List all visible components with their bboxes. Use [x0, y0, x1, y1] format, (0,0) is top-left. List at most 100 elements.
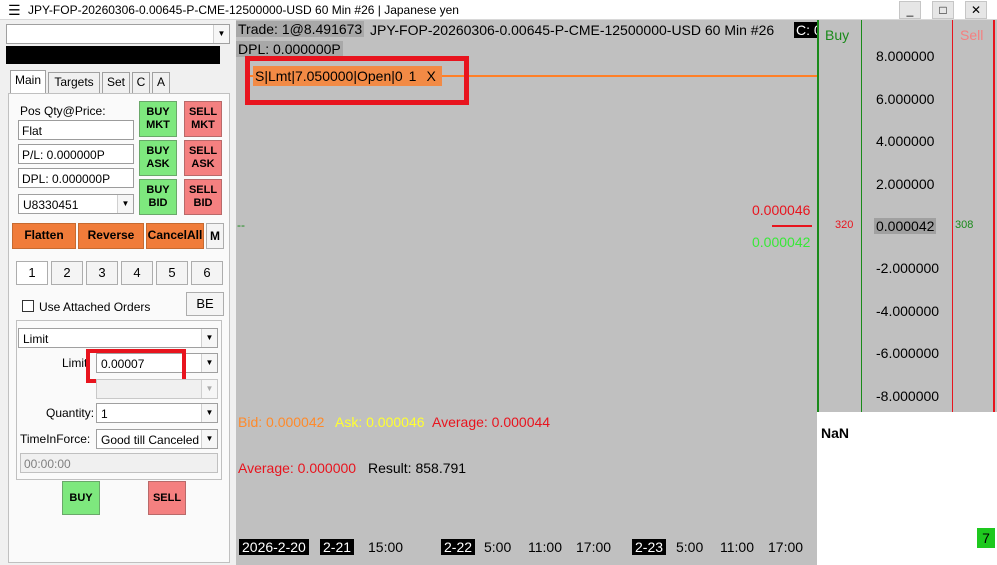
sell-bid-button[interactable]: SELL BID [184, 179, 222, 215]
pl-field: P/L: 0.000000P [18, 144, 134, 164]
x-label: 2-21 [320, 539, 355, 555]
x-label: 5:00 [676, 539, 704, 555]
stop-input: ▼ [96, 379, 218, 399]
tab-set[interactable]: Set [102, 72, 130, 93]
status-bar [6, 46, 220, 64]
window-title: JPY-FOP-20260306-0.00645-P-CME-12500000-… [28, 3, 459, 17]
time-field[interactable]: 00:00:00 [20, 453, 218, 473]
buy-size: 320 [835, 219, 854, 231]
average2-info: Average: 0.000000 [238, 460, 357, 476]
sell-column-line [952, 20, 953, 412]
buy-ask-button[interactable]: BUY ASK [139, 140, 177, 176]
x-label: 5:00 [484, 539, 512, 555]
limit-highlight-box [86, 349, 186, 383]
chart-area[interactable]: Trade: 1@8.491673 JPY-FOP-20260306-0.006… [236, 20, 824, 526]
x-label: 2-23 [632, 539, 667, 555]
preset-2-button[interactable]: 2 [51, 261, 83, 285]
buy-column-line [861, 20, 862, 412]
sell-button[interactable]: SELL [148, 481, 186, 515]
x-label: 2-22 [441, 539, 476, 555]
x-axis: 2026-2-20 2-21 15:00 2-22 5:00 11:00 17:… [236, 526, 817, 565]
dpl-text: DPL: 0.000000P [236, 41, 343, 57]
buy-button[interactable]: BUY [62, 481, 100, 515]
trade-text: Trade: 1@8.491673 [236, 21, 365, 37]
title-bar: ☰ JPY-FOP-20260306-0.00645-P-CME-1250000… [0, 0, 997, 20]
price-level[interactable]: -4.000000 [876, 303, 939, 319]
corner-badge: 7 [977, 528, 995, 548]
tab-c[interactable]: C [132, 72, 150, 93]
sell-header: Sell [960, 27, 984, 43]
price-level[interactable]: -8.000000 [876, 388, 939, 404]
minimize-button[interactable]: _ [899, 1, 921, 19]
price-marker [772, 225, 812, 227]
x-label: 17:00 [576, 539, 612, 555]
pos-field: Flat [18, 120, 134, 140]
average-info: Average: 0.000044 [432, 414, 551, 430]
hamburger-icon[interactable]: ☰ [8, 2, 21, 19]
cancel-all-button[interactable]: CancelAll [146, 223, 204, 249]
flatten-button[interactable]: Flatten [12, 223, 76, 249]
price-level[interactable]: 6.000000 [876, 91, 934, 107]
bid-price-label: 0.000042 [752, 234, 811, 250]
account-select[interactable]: U8330451 ▼ [18, 194, 134, 214]
buy-mkt-button[interactable]: BUY MKT [139, 101, 177, 137]
symbol-text: JPY-FOP-20260306-0.00645-P-CME-12500000-… [370, 22, 775, 38]
x-label: 11:00 [720, 539, 754, 555]
chevron-down-icon: ▼ [201, 404, 217, 422]
buy-bid-button[interactable]: BUY BID [139, 179, 177, 215]
buy-column-line [817, 20, 819, 412]
quantity-select[interactable]: 1 ▼ [96, 403, 218, 423]
buy-header: Buy [825, 27, 850, 43]
use-attached-label: Use Attached Orders [39, 300, 151, 314]
m-button[interactable]: M [206, 223, 224, 249]
preset-3-button[interactable]: 3 [86, 261, 118, 285]
current-price[interactable]: 0.000042 [874, 218, 937, 234]
tif-label: TimeInForce: [20, 432, 91, 446]
be-button[interactable]: BE [186, 292, 224, 316]
quantity-label: Quantity: [46, 406, 95, 420]
close-button[interactable]: ✕ [965, 1, 987, 19]
pos-label: Pos Qty@Price: [20, 104, 106, 118]
preset-1-button[interactable]: 1 [16, 261, 48, 285]
sell-mkt-button[interactable]: SELL MKT [184, 101, 222, 137]
preset-6-button[interactable]: 6 [191, 261, 223, 285]
bid-info: Bid: 0.000042 [238, 414, 325, 430]
order-highlight-box [245, 56, 469, 105]
order-type-select[interactable]: Limit ▼ [18, 328, 218, 348]
price-level[interactable]: -6.000000 [876, 345, 939, 361]
ask-price-label: 0.000046 [752, 202, 811, 218]
chevron-down-icon: ▼ [201, 380, 217, 398]
price-level[interactable]: -2.000000 [876, 260, 939, 276]
result-info: Result: 858.791 [368, 460, 467, 476]
chevron-down-icon: ▼ [201, 430, 217, 448]
price-level[interactable]: 2.000000 [876, 176, 934, 192]
maximize-button[interactable]: □ [932, 1, 954, 19]
chevron-down-icon: ▼ [117, 195, 133, 213]
reverse-button[interactable]: Reverse [78, 223, 144, 249]
ladder-footer: NaN 7 [817, 412, 997, 565]
nan-label: NaN [821, 425, 850, 441]
left-dash: -- [237, 218, 245, 232]
x-label: 2026-2-20 [239, 539, 309, 555]
order-panel: ▼ Main Targets Set C A Pos Qty@Price: Fl… [0, 20, 232, 565]
x-label: 11:00 [528, 539, 562, 555]
x-label: 15:00 [368, 539, 404, 555]
sell-size: 308 [955, 219, 974, 231]
use-attached-checkbox[interactable] [22, 300, 34, 312]
preset-4-button[interactable]: 4 [121, 261, 153, 285]
preset-5-button[interactable]: 5 [156, 261, 188, 285]
sell-column-line [993, 20, 995, 412]
sell-ask-button[interactable]: SELL ASK [184, 140, 222, 176]
tif-select[interactable]: Good till Canceled ▼ [96, 429, 218, 449]
chevron-down-icon: ▼ [201, 354, 217, 372]
price-level[interactable]: 4.000000 [876, 133, 934, 149]
chevron-down-icon: ▼ [201, 329, 217, 347]
tab-targets[interactable]: Targets [48, 72, 100, 93]
tab-main[interactable]: Main [10, 70, 46, 93]
tab-a[interactable]: A [152, 72, 170, 93]
ask-info: Ask: 0.000046 [335, 414, 425, 430]
account-combo[interactable]: ▼ [6, 24, 230, 44]
chevron-down-icon: ▼ [213, 25, 229, 43]
x-label: 17:00 [768, 539, 804, 555]
price-level[interactable]: 8.000000 [876, 48, 934, 64]
